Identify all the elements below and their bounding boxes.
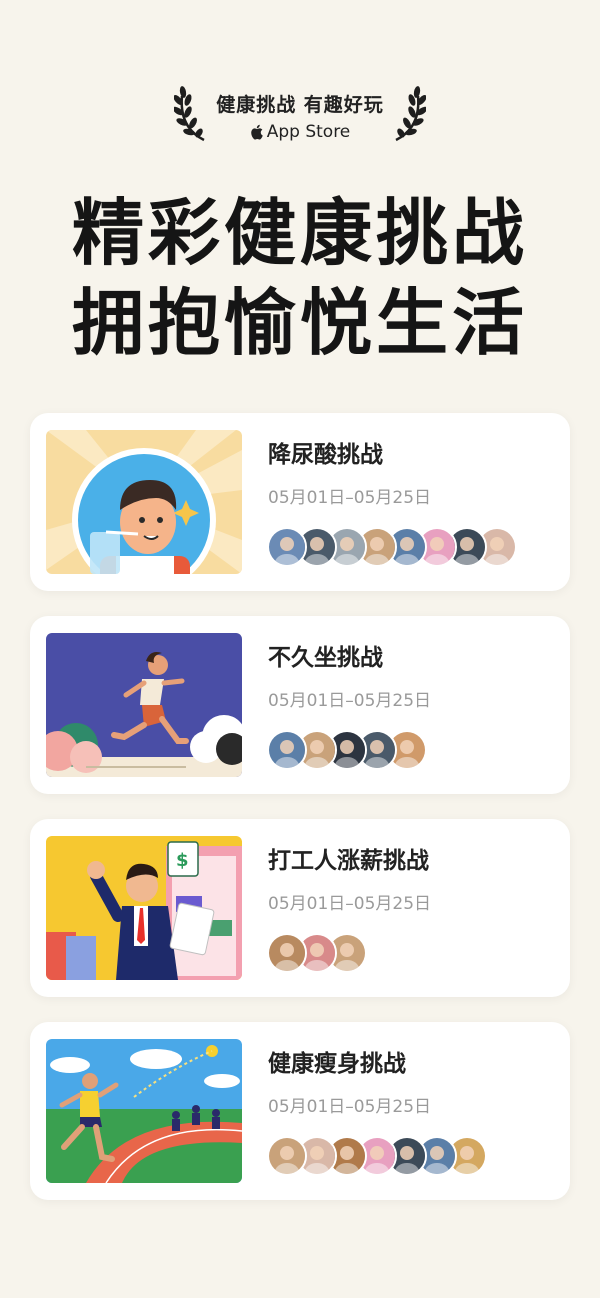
- challenge-card[interactable]: $ 打工人涨薪挑战 05月01日–05月25日: [30, 819, 570, 997]
- badge-store-label: App Store: [266, 122, 351, 142]
- challenge-list: 降尿酸挑战 05月01日–05月25日 不久坐挑战 05月01日–05月25日 …: [30, 413, 570, 1225]
- challenge-card[interactable]: 降尿酸挑战 05月01日–05月25日: [30, 413, 570, 591]
- office-worker-cheering-illustration: $: [46, 836, 242, 980]
- participant-avatar[interactable]: [267, 527, 307, 567]
- award-badge: 健康挑战 有趣好玩 App Store: [0, 78, 600, 144]
- headline: 精彩健康挑战 拥抱愉悦生活: [0, 188, 600, 368]
- participant-avatars: [267, 1136, 487, 1176]
- badge-store: App Store: [0, 122, 600, 142]
- challenge-date: 05月01日–05月25日: [268, 1097, 432, 1117]
- challenge-title: 不久坐挑战: [268, 645, 383, 671]
- participant-avatars: [267, 527, 517, 567]
- svg-text:$: $: [176, 850, 189, 871]
- headline-line-2: 拥抱愉悦生活: [71, 281, 528, 365]
- participant-avatar[interactable]: [267, 730, 307, 770]
- challenge-title: 降尿酸挑战: [268, 442, 383, 468]
- participant-avatars: [267, 933, 367, 973]
- badge-title: 健康挑战 有趣好玩: [216, 94, 384, 116]
- challenge-date: 05月01日–05月25日: [268, 894, 432, 914]
- challenge-date: 05月01日–05月25日: [268, 488, 432, 508]
- challenge-title: 健康瘦身挑战: [268, 1051, 406, 1077]
- challenge-card[interactable]: 健康瘦身挑战 05月01日–05月25日: [30, 1022, 570, 1200]
- challenge-title: 打工人涨薪挑战: [268, 848, 429, 874]
- participant-avatar[interactable]: [267, 1136, 307, 1176]
- woman-running-illustration: [46, 633, 242, 777]
- participant-avatar[interactable]: [267, 933, 307, 973]
- boy-drinking-water-illustration: [46, 430, 242, 574]
- participant-avatars: [267, 730, 427, 770]
- apple-icon: [250, 124, 263, 140]
- headline-line-1: 精彩健康挑战: [71, 191, 528, 275]
- challenge-date: 05月01日–05月25日: [268, 691, 432, 711]
- runners-on-track-illustration: [46, 1039, 242, 1183]
- challenge-card[interactable]: 不久坐挑战 05月01日–05月25日: [30, 616, 570, 794]
